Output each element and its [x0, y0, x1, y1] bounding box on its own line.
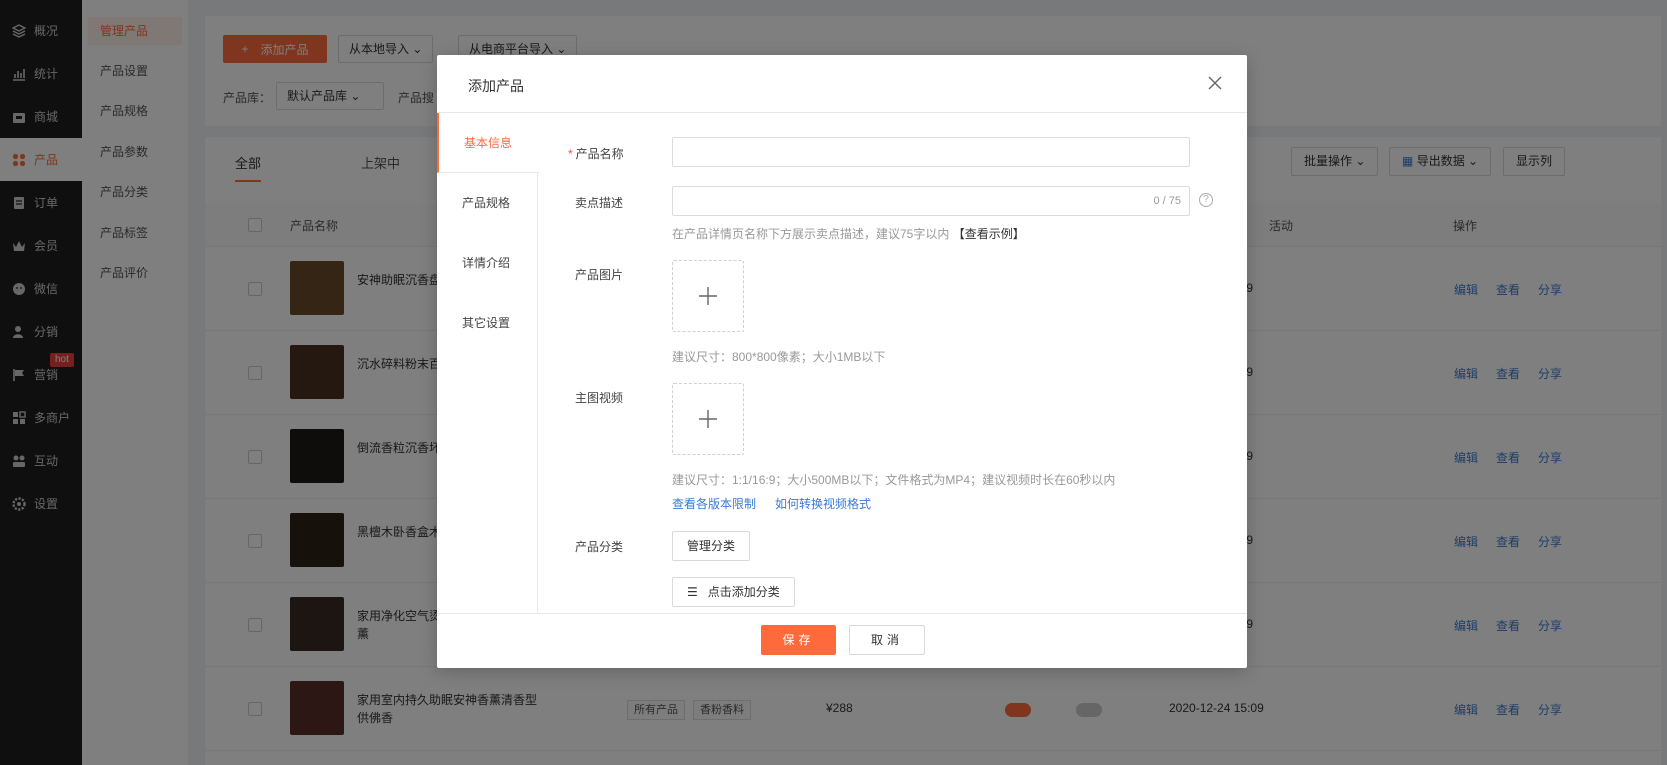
manage-category-button[interactable]: 管理分类: [672, 531, 751, 561]
desc-hint-text: 在产品详情页名称下方展示卖点描述，建议75字以内: [672, 227, 950, 241]
add-category-label: 点击添加分类: [707, 585, 780, 599]
desc-label: 卖点描述: [575, 196, 624, 210]
save-button[interactable]: 保存: [761, 625, 836, 655]
name-label-text: 产品名称: [575, 147, 624, 161]
product-name-input[interactable]: [672, 137, 1190, 167]
dialog-title: 添加产品: [468, 78, 524, 94]
close-icon[interactable]: [1205, 73, 1225, 93]
video-hint: 建议尺寸：1:1/16:9；大小500MB以下；文件格式为MP4；建议视频时长在…: [672, 473, 1116, 487]
plus-icon: [699, 410, 717, 428]
category-label: 产品分类: [575, 540, 624, 554]
tab-basic-info[interactable]: 基本信息: [437, 113, 539, 173]
list-icon: ☰: [687, 585, 698, 599]
image-hint: 建议尺寸：800*800像素；大小1MB以下: [672, 350, 886, 364]
image-upload[interactable]: [672, 260, 744, 332]
required-mark: *: [568, 147, 573, 161]
dialog-body: * 产品名称 卖点描述 0 / 75 ? 在产品详情页名称下方展示卖点描述，建议7…: [538, 113, 1247, 613]
desc-hint: 在产品详情页名称下方展示卖点描述，建议75字以内 【查看示例】: [672, 225, 1025, 242]
dialog-footer: 保存 取消: [437, 613, 1247, 668]
dialog-sidebar: 基本信息 产品规格 详情介绍 其它设置: [437, 113, 539, 613]
convert-format-link[interactable]: 如何转换视频格式: [775, 495, 871, 512]
plus-icon: [699, 287, 717, 305]
version-limits-link[interactable]: 查看各版本限制: [672, 495, 756, 512]
help-icon[interactable]: ?: [1199, 193, 1213, 207]
tab-other-settings[interactable]: 其它设置: [437, 293, 538, 353]
view-example-link[interactable]: 【查看示例】: [953, 227, 1025, 241]
dialog-header: 添加产品: [437, 55, 1247, 113]
add-category-button[interactable]: ☰ 点击添加分类: [672, 577, 795, 607]
selling-point-input[interactable]: 0 / 75: [672, 186, 1190, 216]
cancel-button[interactable]: 取消: [849, 625, 925, 655]
image-label: 产品图片: [575, 268, 624, 282]
name-label: * 产品名称: [568, 145, 624, 162]
video-upload[interactable]: [672, 383, 744, 455]
char-counter: 0 / 75: [1153, 195, 1181, 207]
add-product-dialog: 添加产品 基本信息 产品规格 详情介绍 其它设置 * 产品名称 卖点描述 0 / …: [437, 55, 1247, 668]
tab-details[interactable]: 详情介绍: [437, 233, 538, 293]
tab-spec[interactable]: 产品规格: [437, 173, 538, 233]
video-label: 主图视频: [575, 391, 624, 405]
